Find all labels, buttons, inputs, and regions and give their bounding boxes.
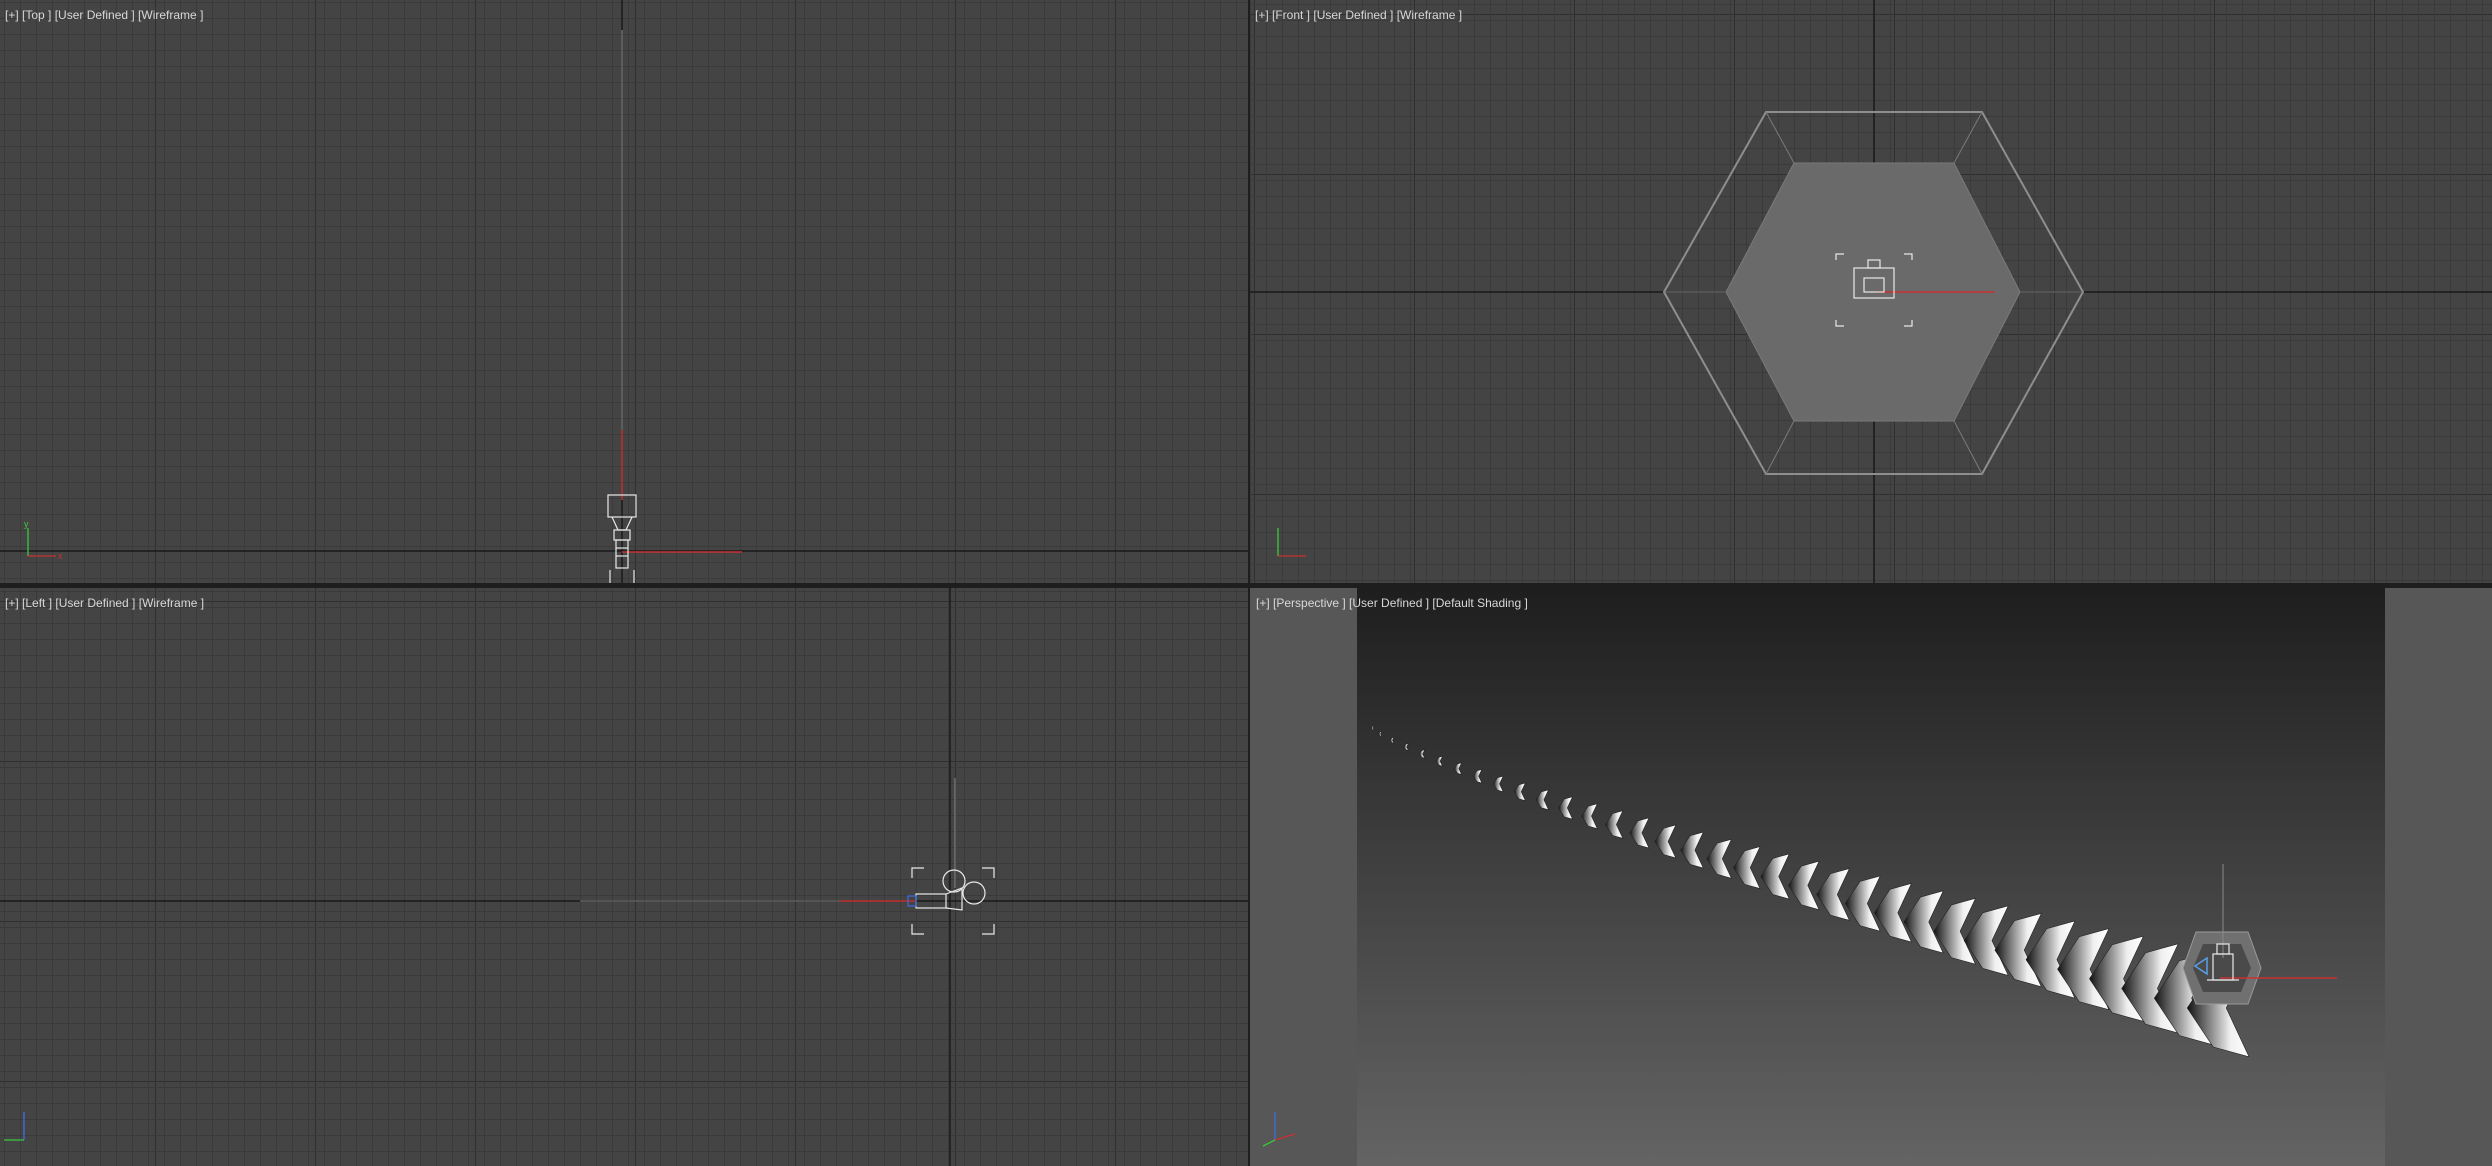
viewport-top-scene: y x: [0, 0, 1248, 583]
svg-text:y: y: [24, 519, 29, 529]
viewport-left[interactable]: [+] [Left ] [User Defined ] [Wireframe ]: [0, 588, 1248, 1166]
axis-tripod-icon: y x: [24, 519, 63, 561]
safe-frame: [1357, 588, 2385, 1166]
viewport-left-scene: [0, 588, 1248, 1166]
viewport-label-left[interactable]: [+] [Left ] [User Defined ] [Wireframe ]: [5, 596, 204, 610]
viewport-divider-vertical[interactable]: [1248, 0, 1250, 1166]
viewport-top[interactable]: y x [+] [Top ] [User Defined ] [Wirefram…: [0, 0, 1248, 583]
axis-tripod-icon: [4, 1112, 25, 1141]
svg-text:x: x: [58, 551, 63, 561]
viewport-front[interactable]: [+] [Front ] [User Defined ] [Wireframe …: [1250, 0, 2492, 583]
viewport-label-top[interactable]: [+] [Top ] [User Defined ] [Wireframe ]: [5, 8, 203, 22]
viewport-label-front[interactable]: [+] [Front ] [User Defined ] [Wireframe …: [1255, 8, 1462, 22]
viewport-perspective[interactable]: [+] [Perspective ] [User Defined ] [Defa…: [1249, 588, 2492, 1166]
viewport-perspective-scene: [1249, 588, 2492, 1166]
viewport-front-scene: [1250, 0, 2492, 583]
viewport-label-perspective[interactable]: [+] [Perspective ] [User Defined ] [Defa…: [1256, 596, 1528, 610]
viewport-divider-horizontal[interactable]: [0, 583, 2492, 588]
axis-tripod-icon: [1277, 528, 1306, 557]
